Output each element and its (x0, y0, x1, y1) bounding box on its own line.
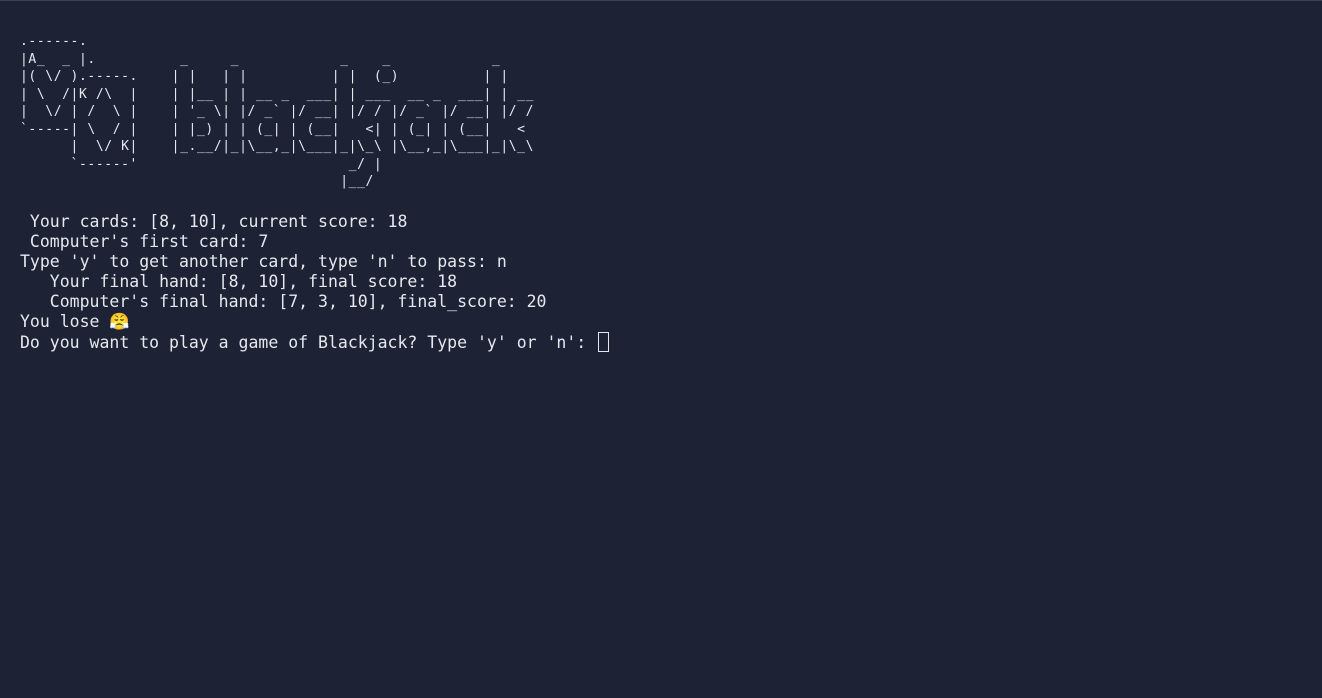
play-again-line: Do you want to play a game of Blackjack?… (20, 332, 610, 352)
blackjack-ascii-logo: .------. |A_ _ |. _ _ _ _ _ |( \/ ).----… (20, 34, 535, 189)
angry-face-icon: 😤 (109, 312, 130, 331)
your-final-hand-line: Your final hand: [8, 10], final score: 1… (20, 272, 458, 291)
result-line: You lose 😤 (20, 312, 609, 332)
result-text: You lose (20, 312, 110, 331)
hit-prompt-line: Type 'y' to get another card, type 'n' t… (20, 252, 507, 271)
computer-final-hand-line: Computer's final hand: [7, 3, 10], final… (20, 292, 547, 311)
terminal-input-cursor[interactable] (598, 332, 610, 352)
terminal-output: Your cards: [8, 10], current score: 18 C… (20, 212, 610, 352)
computer-first-card-line: Computer's first card: 7 (20, 232, 269, 251)
terminal-window[interactable]: .------. |A_ _ |. _ _ _ _ _ |( \/ ).----… (0, 0, 1322, 698)
play-again-prompt: Do you want to play a game of Blackjack?… (20, 333, 597, 352)
your-cards-line: Your cards: [8, 10], current score: 18 (20, 212, 408, 231)
